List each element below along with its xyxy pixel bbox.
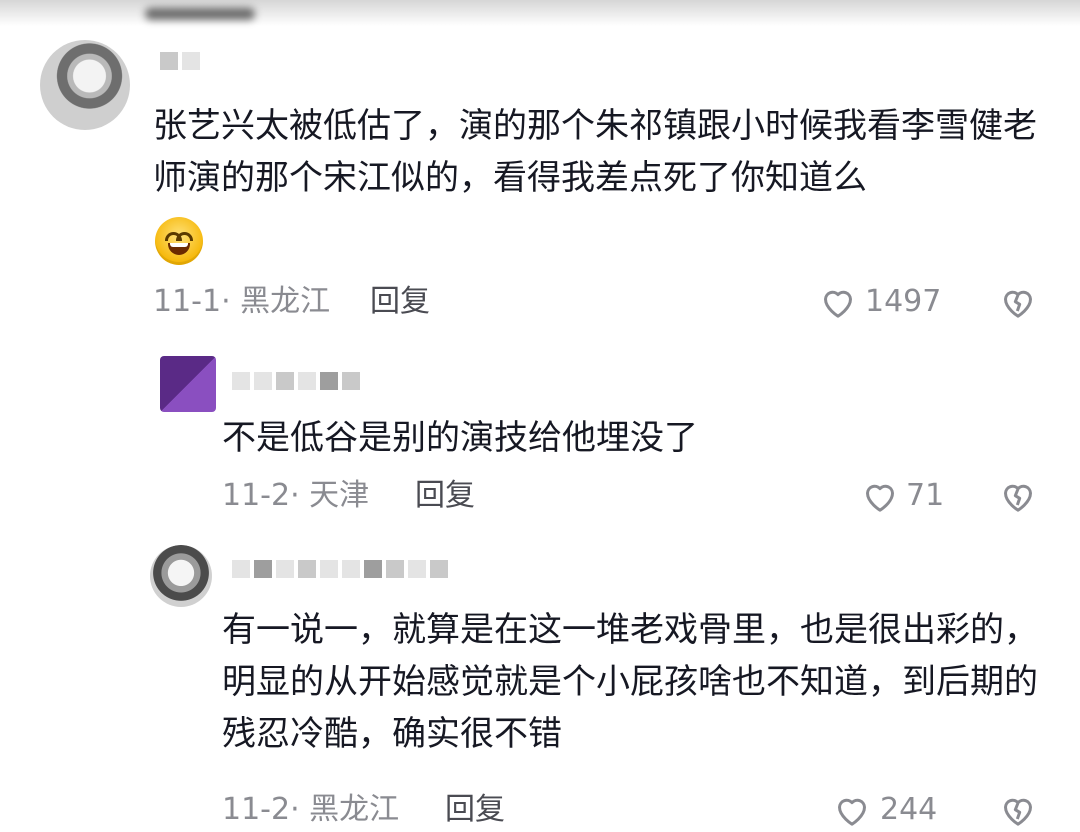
- blurred-username[interactable]: [232, 560, 448, 578]
- heart-outline-icon[interactable]: [832, 790, 872, 830]
- like-count: 1497: [865, 284, 942, 319]
- avatar[interactable]: [160, 356, 216, 412]
- avatar[interactable]: [150, 545, 212, 607]
- reply-button[interactable]: 回复: [445, 792, 505, 828]
- comment-text: 有一说一，就算是在这一堆老戏骨里，也是很出彩的，明显的从开始感觉就是个小屁孩啥也…: [222, 610, 1038, 754]
- comment-date-location: 11-2· 天津: [222, 478, 370, 513]
- broken-heart-icon[interactable]: [998, 790, 1038, 830]
- comment-date-location: 11-2· 黑龙江: [222, 792, 400, 827]
- heart-outline-icon[interactable]: [860, 476, 900, 516]
- heart-outline-icon[interactable]: [818, 282, 858, 322]
- comment-text: 不是低谷是别的演技给他埋没了: [222, 418, 698, 458]
- broken-heart-icon[interactable]: [998, 476, 1038, 516]
- comment-date-location: 11-1· 黑龙江: [153, 284, 331, 319]
- like-count: 244: [880, 792, 938, 827]
- reply-button[interactable]: 回复: [415, 478, 475, 514]
- top-edge-shadow: [0, 0, 1080, 26]
- avatar[interactable]: [40, 40, 130, 130]
- comment-text: 张艺兴太被低估了，演的那个朱祁镇跟小时候我看李雪健老师演的那个宋江似的，看得我差…: [153, 106, 1037, 198]
- grinning-face-icon: [155, 217, 203, 265]
- reply-button[interactable]: 回复: [370, 284, 430, 320]
- blurred-username[interactable]: [232, 372, 360, 390]
- blurred-username[interactable]: [160, 52, 200, 70]
- like-count: 71: [906, 478, 945, 513]
- broken-heart-icon[interactable]: [998, 282, 1038, 322]
